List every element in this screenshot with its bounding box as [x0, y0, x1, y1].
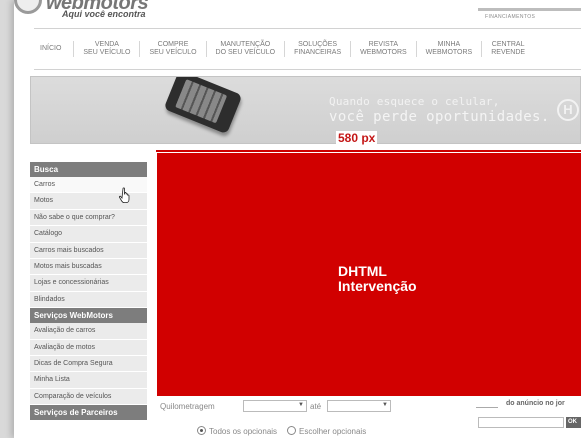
anuncio-label: do anúncio no jor — [506, 400, 565, 407]
radio-unchecked-icon — [287, 426, 297, 435]
km-label: Quilometragem — [160, 402, 215, 411]
sidebar: Busca Carros Motos Não sabe o que compra… — [30, 162, 147, 438]
logo-tagline: Aqui você encontra — [62, 9, 146, 19]
sidebar-item-dicas[interactable]: Dicas de Compra Segura — [30, 355, 147, 373]
radio-all-options[interactable]: Todos os opcionais — [197, 426, 277, 436]
nav-item-central[interactable]: CENTRAL REVENDE — [481, 41, 534, 57]
sidebar-item-carros-buscados[interactable]: Carros mais buscados — [30, 242, 147, 259]
options-radio-group: Todos os opcionais Escolher opcionais — [197, 426, 366, 436]
nav-item-inicio[interactable]: INÍCIO — [34, 45, 73, 53]
overlay-label: DHTML Intervenção — [338, 263, 417, 294]
sidebar-item-nao-sabe[interactable]: Não sabe o que comprar? — [30, 209, 147, 227]
sidebar-item-lojas[interactable]: Lojas e concessionárias — [30, 275, 147, 292]
dhtml-overlay[interactable]: DHTML Intervenção — [157, 153, 581, 396]
sidebar-item-catalogo[interactable]: Catálogo — [30, 226, 147, 243]
anuncio-field[interactable] — [476, 397, 498, 408]
nav-item-minha[interactable]: MINHA WEBMOTORS — [415, 41, 482, 57]
sidebar-item-avaliacao-carros[interactable]: Avaliação de carros — [30, 323, 147, 340]
financiamentos-label[interactable]: FINANCIAMENTOS — [485, 14, 535, 20]
radio-choose-label: Escolher opcionais — [299, 427, 367, 436]
sidebar-item-minha-lista[interactable]: Minha Lista — [30, 372, 147, 389]
sidebar-item-avaliacao-motos[interactable]: Avaliação de motos — [30, 339, 147, 356]
nav-item-manutencao[interactable]: MANUTENÇÃO DO SEU VEÍCULO — [205, 41, 285, 57]
width-marker-line — [156, 150, 581, 152]
code-input[interactable] — [478, 417, 564, 428]
hand-cursor-icon — [119, 187, 130, 203]
smartphone-image — [163, 77, 243, 135]
km-to-select[interactable] — [327, 400, 391, 412]
plus-icon[interactable]: H — [557, 99, 579, 121]
sidebar-section-parceiros: Serviços de Parceiros — [30, 405, 147, 421]
km-ate-label: até — [310, 402, 322, 411]
main-nav: INÍCIO VENDA SEU VEÍCULO COMPRE SEU VEÍC… — [34, 28, 581, 70]
width-label: 580 px — [336, 131, 378, 145]
ok-button[interactable]: OK — [566, 417, 581, 428]
radio-choose-options[interactable]: Escolher opcionais — [287, 426, 366, 436]
sidebar-item-motos-buscadas[interactable]: Motos mais buscadas — [30, 258, 147, 276]
sidebar-item-blindados[interactable]: Blindados — [30, 291, 147, 309]
sidebar-section-busca: Busca — [30, 162, 147, 177]
sidebar-item-comparacao[interactable]: Comparação de veículos — [30, 388, 147, 406]
header-divider — [478, 8, 581, 11]
nav-item-solucoes[interactable]: SOLUÇÕES FINANCEIRAS — [284, 41, 350, 57]
sidebar-section-servicos: Serviços WebMotors — [30, 308, 147, 324]
ad-banner[interactable]: Quando esquece o celular, você perde opo… — [30, 76, 581, 144]
radio-all-label: Todos os opcionais — [209, 427, 278, 436]
km-from-select[interactable] — [243, 400, 307, 412]
radio-checked-icon — [197, 426, 206, 435]
banner-line-2: você perde oportunidades. — [329, 109, 550, 125]
banner-line-1: Quando esquece o celular, — [329, 95, 500, 108]
nav-item-revista[interactable]: REVISTA WEBMOTORS — [350, 41, 416, 57]
nav-item-venda[interactable]: VENDA SEU VEÍCULO — [73, 41, 139, 57]
nav-item-compre[interactable]: COMPRE SEU VEÍCULO — [139, 41, 205, 57]
